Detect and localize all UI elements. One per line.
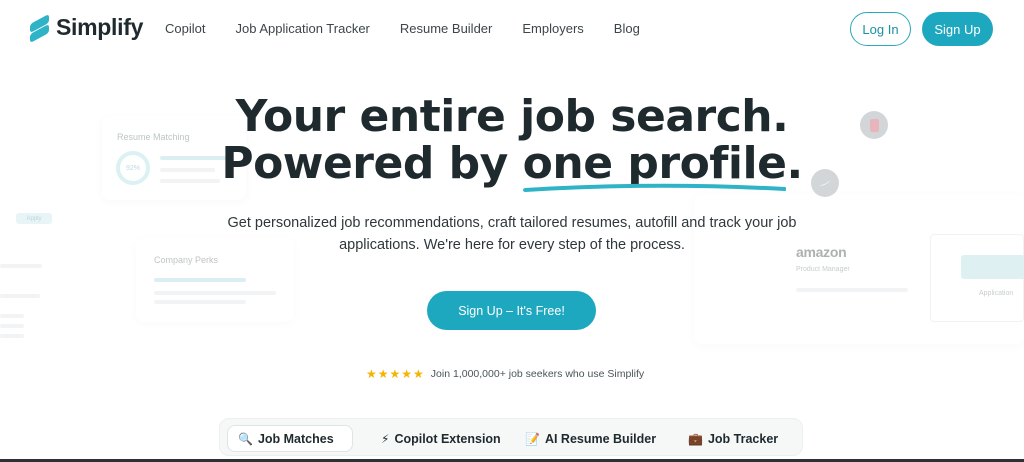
nav-links: Copilot Job Application Tracker Resume B…: [165, 21, 670, 36]
nav-copilot[interactable]: Copilot: [165, 21, 205, 36]
simplify-logo-icon: [30, 13, 50, 43]
social-proof: ★★★★★ Join 1,000,000+ job seekers who us…: [366, 367, 644, 381]
rating-stars-icon: ★★★★★: [366, 367, 425, 381]
brand-name: Simplify: [56, 14, 144, 40]
tab-copilot-extension[interactable]: ⚡ Copilot Extension: [381, 425, 501, 452]
magnifier-icon: 🔍: [238, 431, 253, 446]
nav-resume-builder[interactable]: Resume Builder: [400, 21, 493, 36]
nav-blog[interactable]: Blog: [614, 21, 640, 36]
signup-button[interactable]: Sign Up: [922, 12, 993, 46]
memo-icon: 📝: [525, 431, 540, 446]
job-role: Product Manager: [796, 266, 850, 273]
company-perks-title: Company Perks: [154, 255, 219, 265]
nav-job-application-tracker[interactable]: Job Application Tracker: [235, 21, 369, 36]
highlighted-phrase: one profile: [522, 140, 787, 192]
hero-title-line-2: Powered by one profile.: [0, 140, 1024, 192]
landing-page: Resume Matching 92% Apply Company Perks …: [0, 0, 1024, 462]
nav-employers[interactable]: Employers: [522, 21, 583, 36]
hero-title: Your entire job search. Powered by one p…: [0, 91, 1024, 192]
application-label: Application: [979, 290, 1014, 297]
tab-job-tracker[interactable]: 💼 Job Tracker: [688, 425, 778, 452]
lightning-icon: ⚡: [381, 431, 390, 446]
apply-badge: Apply: [16, 213, 52, 224]
top-navigation: Simplify Copilot Job Application Tracker…: [0, 0, 1024, 58]
signup-free-button[interactable]: Sign Up – It's Free!: [427, 291, 596, 330]
hero-subtitle: Get personalized job recommendations, cr…: [227, 215, 797, 253]
tab-ai-resume-builder[interactable]: 📝 AI Resume Builder: [525, 425, 656, 452]
application-box: Application: [930, 234, 1024, 322]
login-button[interactable]: Log In: [850, 12, 911, 46]
briefcase-icon: 💼: [688, 431, 703, 446]
feature-tabs: 🔍 Job Matches ⚡ Copilot Extension 📝 AI R…: [219, 418, 803, 456]
underline-swoosh-icon: [522, 183, 787, 192]
social-proof-text: Join 1,000,000+ job seekers who use Simp…: [430, 368, 645, 380]
hero-title-line-1: Your entire job search.: [235, 91, 789, 142]
simplify-logo[interactable]: Simplify: [30, 13, 144, 43]
tab-job-matches[interactable]: 🔍 Job Matches: [227, 425, 353, 452]
left-background-panel: Apply: [0, 196, 60, 346]
